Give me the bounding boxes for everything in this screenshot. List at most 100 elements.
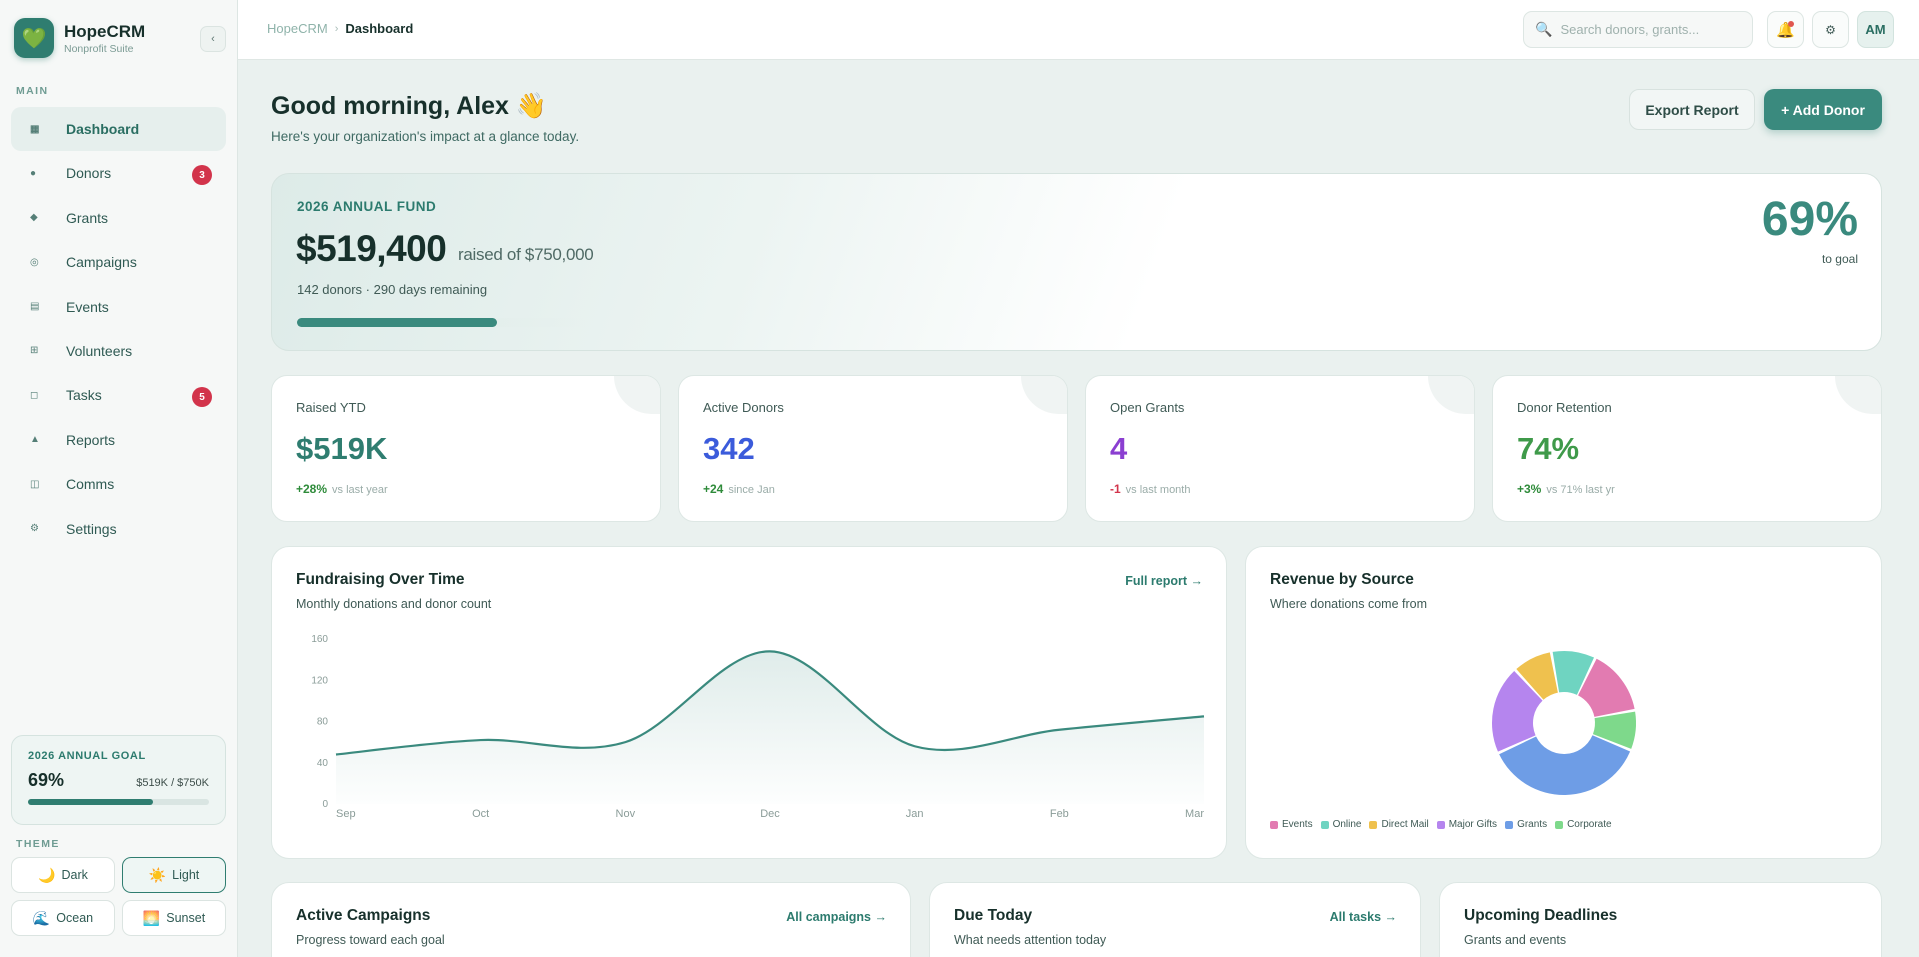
y-tick-label: 40 [317, 758, 329, 769]
kpi-card-raised-ytd[interactable]: Raised YTD $519K +28% vs last year [271, 375, 661, 522]
topbar: HopeCRM › Dashboard 🔍 🔔 ⚙ AM [238, 0, 1919, 60]
collapse-sidebar-button[interactable]: ‹ [200, 26, 226, 52]
sidebar: 💚 HopeCRM Nonprofit Suite ‹ MAIN ▦ Dashbo… [0, 0, 238, 957]
kpi-value: 342 [703, 431, 755, 466]
gear-icon: ⚙ [1825, 22, 1836, 37]
legend-swatch [1505, 820, 1514, 829]
due-today-subtitle: What needs attention today [954, 933, 1107, 947]
theme-label: Sunset [166, 911, 206, 925]
kpi-delta: +24 [703, 482, 724, 496]
kpi-footnote: -1 vs last month [1110, 482, 1190, 496]
avatar[interactable]: AM [1857, 11, 1894, 48]
sidebar-item-reports[interactable]: ▲ Reports [11, 418, 226, 462]
x-tick-label: Sep [336, 808, 356, 820]
kpi-label: Donor Retention [1517, 400, 1612, 415]
due-today-card: Due Today What needs attention today All… [929, 882, 1421, 957]
goal-progress-bar [28, 799, 209, 805]
sidebar-item-campaigns[interactable]: ◎ Campaigns [11, 240, 226, 284]
theme-ocean-button[interactable]: 🌊 Ocean [11, 900, 115, 936]
annual-goal-card: 2026 ANNUAL GOAL 69% $519K / $750K [11, 735, 226, 825]
grants-icon: ◆ [30, 212, 38, 224]
kpi-card-donor-retention[interactable]: Donor Retention 74% +3% vs 71% last yr [1492, 375, 1882, 522]
search-box[interactable]: 🔍 [1523, 11, 1753, 48]
breadcrumb-separator: › [334, 22, 339, 35]
x-tick-label: Oct [472, 808, 489, 820]
page-subtitle: Here's your organization's impact at a g… [271, 129, 580, 144]
legend-swatch [1555, 820, 1564, 829]
sidebar-badge: 3 [192, 165, 212, 186]
theme-dark-icon: 🌙 [38, 866, 56, 883]
sidebar-item-tasks[interactable]: ◻ Tasks 5 [11, 373, 226, 417]
kpi-decoration [1835, 376, 1881, 414]
sidebar-item-comms[interactable]: ◫ Comms [11, 462, 226, 506]
legend-label: Online [1332, 819, 1362, 830]
sidebar-item-volunteers[interactable]: ⊞ Volunteers [11, 329, 226, 373]
donors-icon: ● [30, 167, 37, 179]
sidebar-item-grants[interactable]: ◆ Grants [11, 196, 226, 240]
all-tasks-link[interactable]: All tasks → [1330, 910, 1397, 924]
sidebar-item-events[interactable]: ▤ Events [11, 285, 226, 329]
sidebar-item-label: Dashboard [66, 121, 140, 137]
hero-meta: 142 donors · 290 days remaining [297, 282, 488, 297]
theme-sunset-button[interactable]: 🌅 Sunset [122, 900, 226, 936]
theme-dark-button[interactable]: 🌙 Dark [11, 857, 115, 893]
kpi-note: since Jan [728, 484, 775, 496]
kpi-card-open-grants[interactable]: Open Grants 4 -1 vs last month [1085, 375, 1475, 522]
brand[interactable]: 💚 HopeCRM Nonprofit Suite [14, 18, 145, 58]
legend-swatch [1369, 820, 1378, 829]
export-report-button[interactable]: Export Report [1629, 89, 1755, 130]
kpi-footnote: +28% vs last year [296, 482, 388, 496]
add-donor-button[interactable]: + Add Donor [1764, 89, 1882, 130]
due-today-title: Due Today [954, 907, 1033, 924]
grid-icon: ▦ [30, 123, 40, 135]
legend-item: Corporate [1555, 819, 1612, 830]
theme-switcher: 🌙 Dark ☀️ Light 🌊 Ocean 🌅 Sunset [11, 857, 226, 936]
settings-icon: ⚙ [30, 523, 39, 535]
breadcrumb-root[interactable]: HopeCRM [267, 21, 328, 36]
legend-item: Online [1320, 819, 1362, 830]
goal-progress-fill [28, 799, 153, 805]
all-campaigns-link[interactable]: All campaigns → [786, 910, 887, 924]
x-tick-label: Mar [1185, 808, 1204, 820]
annual-fund-hero: 2026 ANNUAL FUND $519,400 raised of $750… [271, 173, 1882, 351]
legend-swatch [1436, 820, 1445, 829]
theme-light-button[interactable]: ☀️ Light [122, 857, 226, 893]
y-tick-label: 160 [311, 634, 328, 645]
x-tick-label: Jan [906, 808, 924, 820]
volunteers-icon: ⊞ [30, 345, 39, 357]
campaigns-icon: ◎ [30, 256, 39, 268]
hero-progress-bar [297, 318, 587, 327]
goal-title: 2026 ANNUAL GOAL [28, 750, 146, 762]
legend-swatch [1320, 820, 1329, 829]
search-input[interactable] [1560, 22, 1741, 37]
kpi-value: $519K [296, 431, 388, 466]
kpi-delta: +3% [1517, 482, 1542, 496]
theme-label: Dark [61, 868, 88, 882]
app-subtitle: Nonprofit Suite [64, 42, 134, 55]
hero-goal-text: raised of $750,000 [458, 245, 594, 264]
kpi-decoration [1021, 376, 1067, 414]
legend-label: Events [1282, 819, 1313, 830]
sidebar-item-donors[interactable]: ● Donors 3 [11, 151, 226, 195]
legend-item: Grants [1505, 819, 1547, 830]
sidebar-item-dashboard[interactable]: ▦ Dashboard [11, 107, 226, 151]
kpi-label: Open Grants [1110, 400, 1185, 415]
hero-amount: $519,400 [296, 228, 447, 269]
kpi-delta: +28% [296, 482, 328, 496]
x-tick-label: Dec [760, 808, 780, 820]
heart-icon: 💚 [14, 18, 54, 58]
sidebar-item-settings[interactable]: ⚙ Settings [11, 507, 226, 551]
donut-slice-grants[interactable] [1499, 735, 1631, 795]
kpi-card-active-donors[interactable]: Active Donors 342 +24 since Jan [678, 375, 1068, 522]
goal-amount: $519K / $750K [136, 777, 209, 789]
notifications-button[interactable]: 🔔 [1767, 11, 1804, 48]
sidebar-item-label: Comms [66, 476, 115, 493]
kpi-label: Raised YTD [296, 400, 366, 415]
legend-label: Grants [1517, 819, 1548, 830]
reports-icon: ▲ [30, 434, 40, 446]
page-title: Good morning, Alex 👋 [271, 92, 548, 120]
settings-button[interactable]: ⚙ [1812, 11, 1849, 48]
theme-sunset-icon: 🌅 [142, 909, 161, 926]
legend-item: Direct Mail [1369, 819, 1429, 830]
sidebar-item-label: Settings [66, 520, 117, 537]
